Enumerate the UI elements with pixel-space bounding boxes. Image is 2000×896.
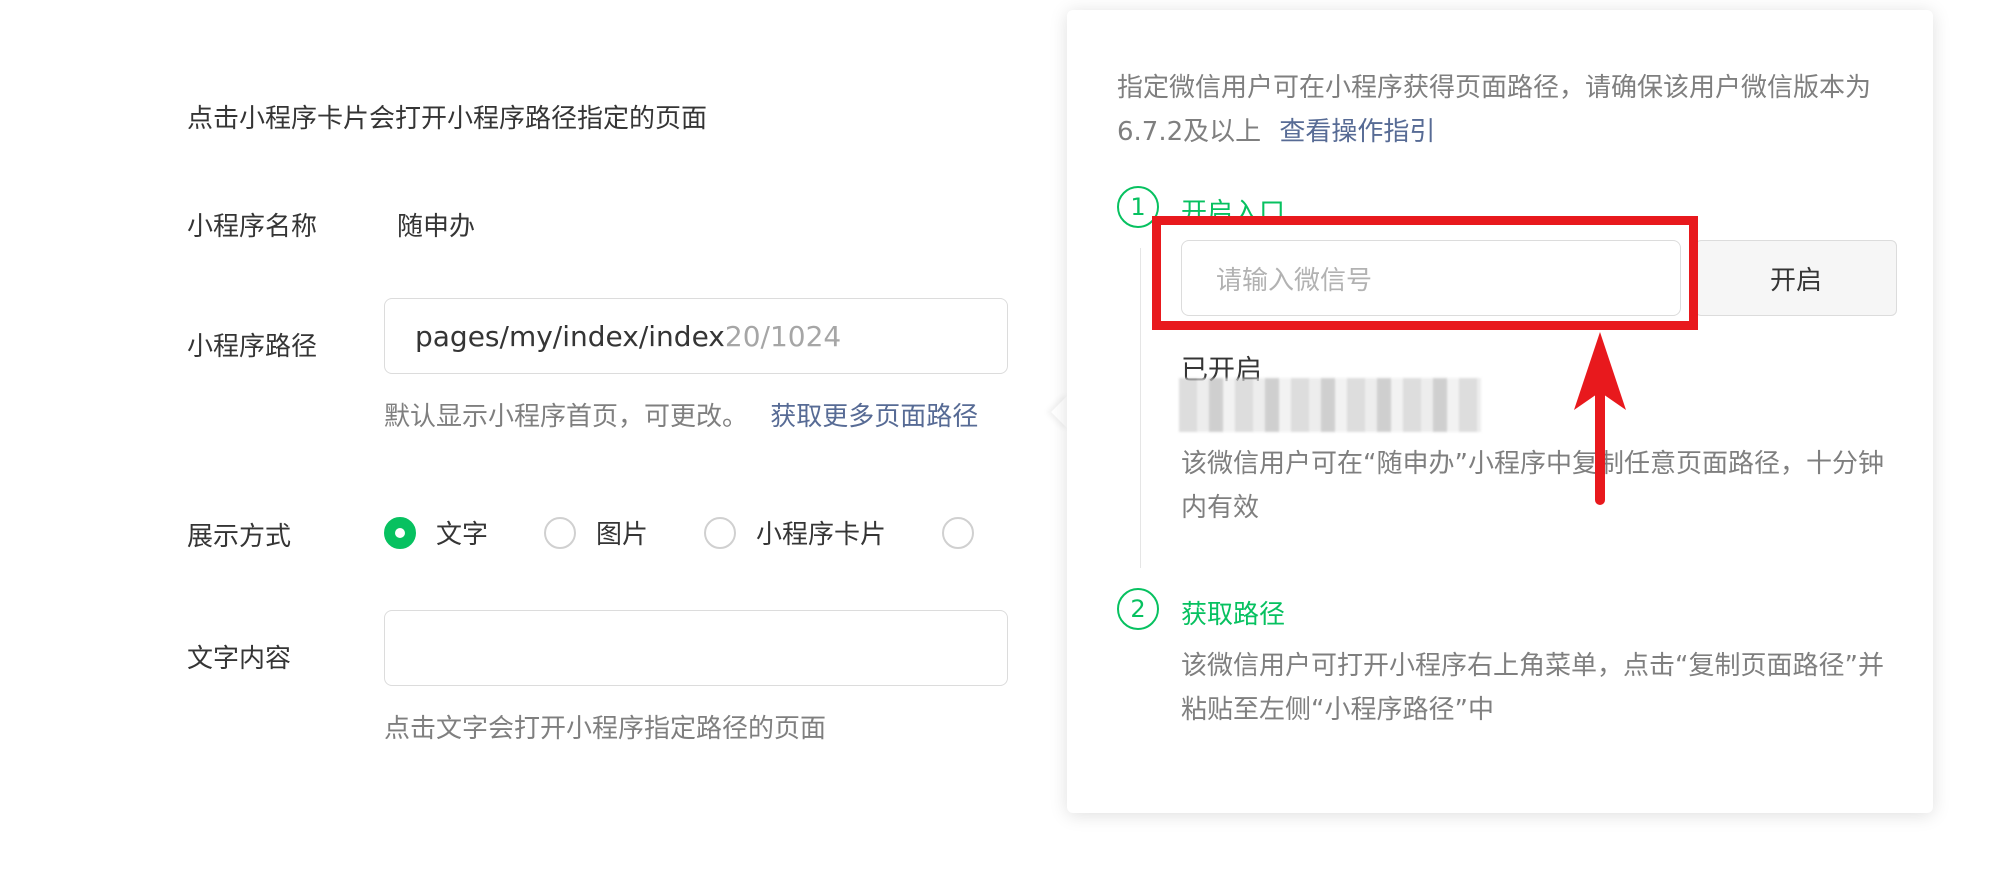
radio-checked-icon: [384, 516, 416, 549]
path-tip: 默认显示小程序首页，可更改。 获取更多页面路径: [384, 396, 978, 433]
text-content-label: 文字内容: [187, 644, 292, 674]
radio-text-label: 文字: [436, 520, 489, 550]
popover-description: 指定微信用户可在小程序获得页面路径，请确保该用户微信版本为6.7.2及以上 查看…: [1117, 66, 1897, 154]
step-2-badge: 2: [1117, 588, 1159, 630]
radio-image[interactable]: 图片: [544, 514, 648, 551]
red-arrow-icon: [1574, 332, 1626, 505]
display-label: 展示方式: [187, 522, 292, 552]
radio-card[interactable]: 小程序卡片: [704, 514, 886, 551]
radio-image-label: 图片: [596, 520, 649, 550]
radio-unchecked-icon: [544, 516, 577, 549]
radio-card-label: 小程序卡片: [756, 520, 887, 550]
step-2-note: 该微信用户可打开小程序右上角菜单，点击“复制页面路径”并粘贴至左侧“小程序路径”…: [1181, 651, 1884, 725]
path-input-value: pages/my/index/index: [415, 319, 725, 353]
path-char-counter: 20/1024: [724, 319, 842, 353]
blurred-wechat-id: [1179, 378, 1481, 432]
enable-button[interactable]: 开启: [1695, 240, 1897, 316]
path-tip-text: 默认显示小程序首页，可更改。: [384, 402, 749, 432]
step-2-title: 获取路径: [1181, 600, 1286, 630]
popover-desc-text: 指定微信用户可在小程序获得页面路径，请确保该用户微信版本为6.7.2及以上: [1117, 73, 1872, 147]
name-label: 小程序名称: [187, 212, 318, 242]
highlight-box: [1152, 216, 1698, 330]
radio-text[interactable]: 文字: [384, 514, 488, 551]
path-popover: 指定微信用户可在小程序获得页面路径，请确保该用户微信版本为6.7.2及以上 查看…: [1067, 10, 1933, 813]
path-label: 小程序路径: [187, 332, 318, 362]
radio-unchecked-icon: [942, 516, 975, 549]
step-connector-line: [1140, 248, 1141, 568]
display-radio-group: 文字 图片 小程序卡片: [384, 514, 1050, 551]
more-paths-link[interactable]: 获取更多页面路径: [770, 402, 978, 432]
radio-unchecked-icon: [704, 516, 737, 549]
form-description: 点击小程序卡片会打开小程序路径指定的页面: [187, 104, 708, 134]
guide-link[interactable]: 查看操作指引: [1279, 117, 1435, 147]
page: 点击小程序卡片会打开小程序路径指定的页面 小程序名称 随申办 小程序路径 pag…: [0, 0, 2000, 896]
text-content-tip: 点击文字会打开小程序指定路径的页面: [384, 714, 827, 744]
text-content-input[interactable]: [384, 610, 1008, 686]
name-value: 随申办: [397, 212, 476, 242]
radio-more[interactable]: [942, 516, 994, 549]
path-input[interactable]: pages/my/index/index 20/1024: [384, 298, 1008, 374]
step-1-note: 该微信用户可在“随申办”小程序中复制任意页面路径，十分钟内有效: [1181, 449, 1884, 523]
